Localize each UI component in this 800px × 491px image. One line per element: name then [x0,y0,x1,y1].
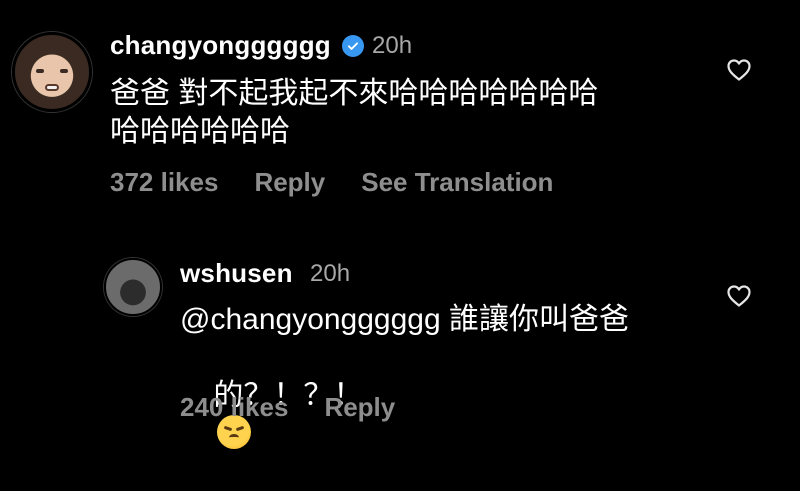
heart-icon[interactable] [726,284,752,308]
comment-text-line-1: 爸爸 對不起我起不來哈哈哈哈哈哈哈 [110,77,599,110]
reply-username[interactable]: wshusen [180,258,293,289]
reply-time: 20h [310,260,351,287]
avatar[interactable] [12,32,92,112]
see-translation-button[interactable]: See Translation [361,167,553,198]
avatar-mouth [44,83,60,92]
heart-icon[interactable] [726,58,752,82]
comment-actions: 372 likes Reply See Translation [110,167,553,198]
avatar[interactable] [104,258,162,316]
reply-button[interactable]: Reply [254,167,325,198]
reply-button[interactable]: Reply [324,392,395,423]
likes-count[interactable]: 240 likes [180,392,288,423]
likes-count[interactable]: 372 likes [110,167,218,198]
reply-text-line-1: @changyongggggg 誰讓你叫爸爸 [180,303,630,336]
comment-username[interactable]: changyongggggg [110,30,331,61]
avatar-eyes [35,69,69,74]
reply-actions: 240 likes Reply [180,392,395,423]
comment-text-line-2: 哈哈哈哈哈哈 [110,115,290,148]
verified-badge-icon [342,35,364,57]
comment-time: 20h [372,32,413,59]
